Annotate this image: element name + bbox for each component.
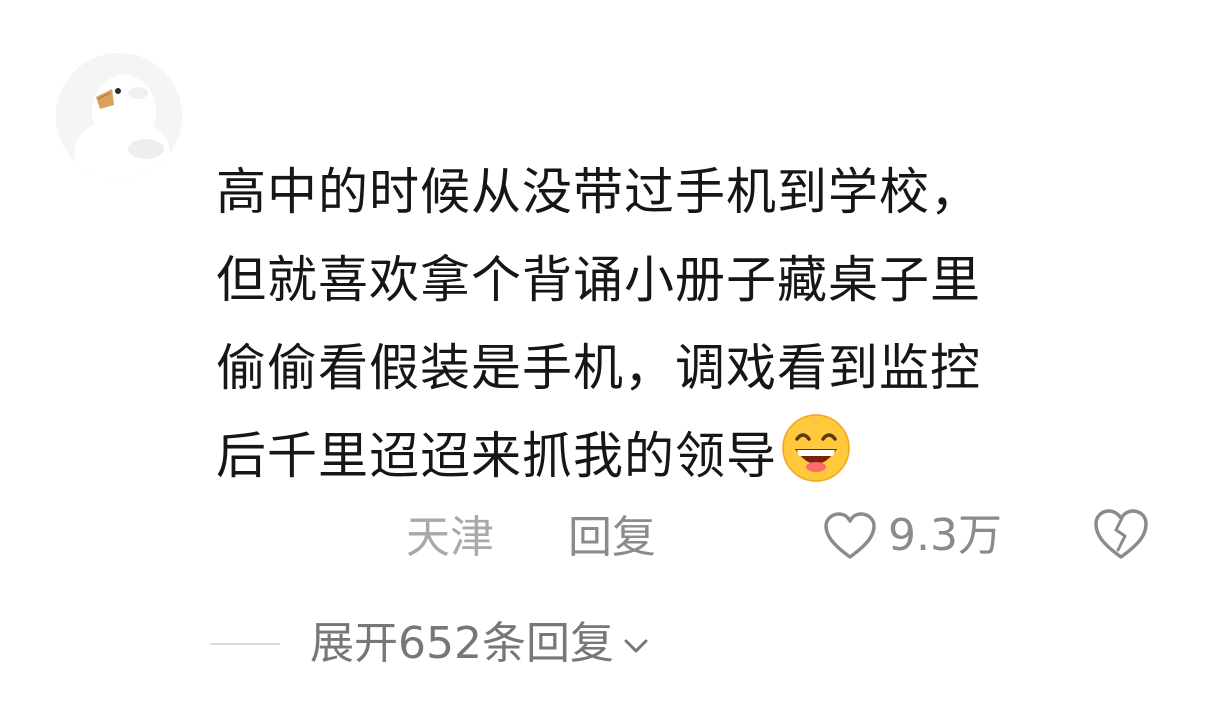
comment-body: 高中的时候从没带过手机到学校， 但就喜欢拿个背诵小册子藏桌子里 偷偷看假装是手机… [216,148,1146,500]
avatar[interactable] [56,53,182,179]
comment-line-text: 后千里迢迢来抓我的领导 [216,427,777,485]
reply-button[interactable]: 回复 [568,508,656,568]
divider [210,643,280,645]
comment-line: 偷偷看假装是手机，调戏看到监控 [216,339,981,397]
location-label: 天津 [406,512,494,563]
dislike-button[interactable] [1092,506,1150,562]
comment-line: 但就喜欢拿个背诵小册子藏桌子里 [216,251,981,309]
heart-outline-icon [824,512,876,559]
chevron-down-icon[interactable] [622,632,650,660]
broken-heart-icon [1094,509,1148,559]
comment-line-last: 后千里迢迢来抓我的领导 [216,412,1146,500]
like-count: 9.3万 [888,510,1002,561]
duck-avatar-icon [56,53,182,179]
grinning-face-emoji-icon [781,413,851,483]
like-button[interactable]: 9.3万 [822,506,1002,566]
expand-replies-button[interactable]: 展开652条回复 [310,612,614,676]
comment-line: 高中的时候从没带过手机到学校， [216,163,981,221]
expand-replies-row[interactable]: 展开652条回复 [210,612,650,676]
